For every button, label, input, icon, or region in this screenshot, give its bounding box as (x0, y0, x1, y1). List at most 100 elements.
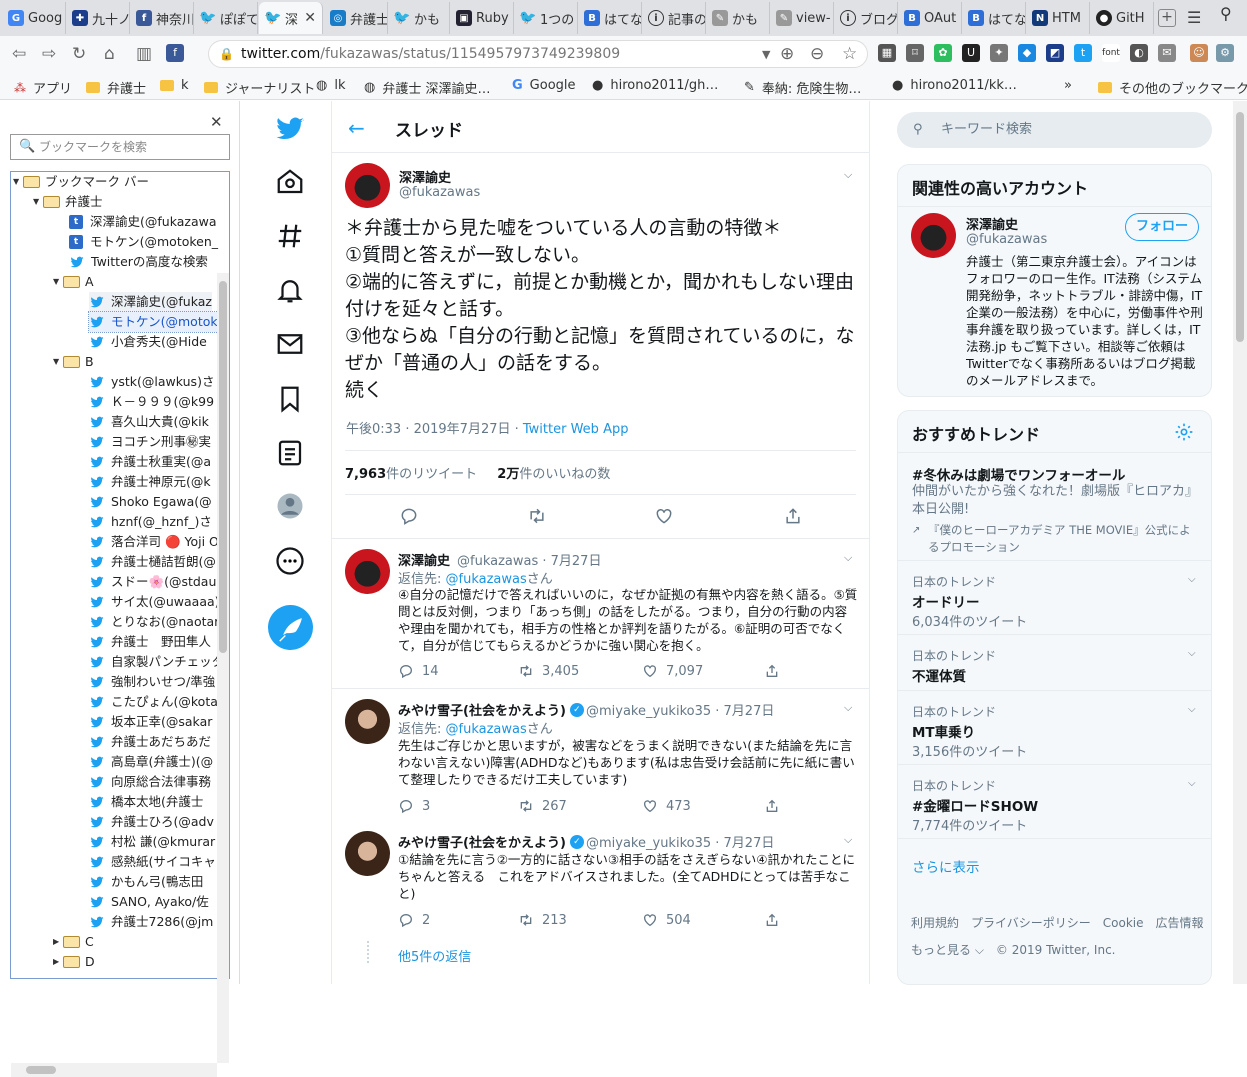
tree-bookmark[interactable]: 自家製パンチェッタ (89, 652, 224, 672)
tab-2[interactable]: ✚ 九十ノ (66, 2, 130, 34)
like-count[interactable]: 7,097 (642, 663, 703, 679)
tree-bookmark[interactable]: とりなお(@naotar (89, 612, 219, 632)
home-icon[interactable] (275, 167, 305, 197)
chevron-down-icon[interactable]: ⌵ (1188, 574, 1196, 585)
back-icon[interactable]: ⇦ (12, 44, 26, 64)
bookmark-tree[interactable]: ▼ ブックマーク バー ▼ 弁護士 t 深澤諭史(@fukazawa t モトケン(@moto… (10, 171, 230, 979)
trend-item[interactable]: 日本のトレンド ⌵ オードリー 6,034件のツイート (898, 560, 1211, 634)
tab-4[interactable]: 🐦 ぽぽて (194, 2, 258, 34)
bookmark-link[interactable]: G Google (512, 78, 576, 93)
extension-icon[interactable]: ▦ (878, 44, 896, 62)
avatar[interactable] (345, 163, 390, 208)
tab-13[interactable]: ✎ view- (770, 2, 834, 34)
tab-3[interactable]: f 神奈川 (130, 2, 194, 34)
twitter-search-input[interactable]: ⚲ キーワード検索 (897, 112, 1212, 148)
tree-bookmark[interactable]: サイ太(@uwaaaa) (89, 592, 220, 612)
bookmark-manager-icon[interactable]: ▥ (136, 44, 152, 64)
tab-8[interactable]: ▣ Ruby (450, 2, 514, 34)
chevron-down-icon[interactable]: ⌵ (1188, 648, 1196, 659)
tree-bookmark[interactable]: かもん弓(鴨志田 (89, 872, 203, 892)
bookmark-folder[interactable]: 弁護士 (86, 78, 146, 97)
tree-bookmark[interactable]: Twitterの高度な検索 (69, 252, 208, 272)
tree-folder[interactable]: ▼ 弁護士 (33, 192, 103, 212)
close-tab-icon[interactable]: ✕ (304, 10, 316, 26)
bookmarks-icon[interactable] (275, 384, 305, 414)
extension-icon[interactable]: ◐ (1130, 44, 1148, 62)
bookmark-link[interactable]: ● hirono2011/kk… (892, 78, 1017, 93)
explore-hashtag-icon[interactable] (275, 221, 305, 251)
home-icon[interactable]: ⌂ (104, 44, 115, 64)
bookmark-link[interactable]: ● hirono2011/gh… (592, 78, 718, 93)
show-more-replies-link[interactable]: 他5件の返信 (398, 946, 471, 965)
retweet-count[interactable]: 3,405 (518, 663, 579, 679)
bookmark-icon[interactable]: ⌑ (906, 44, 924, 62)
tree-folder[interactable]: ▼ A (53, 272, 94, 292)
reply-tweet[interactable]: みやけ雪子(社会をかえよう) ✓ @miyake_yukiko35 · 7月27日… (332, 688, 869, 823)
avatar[interactable] (911, 213, 956, 258)
tree-folder-root[interactable]: ▼ ブックマーク バー (13, 172, 149, 192)
tweet-source-link[interactable]: Twitter Web App (523, 422, 629, 437)
chevron-down-icon[interactable]: ⌵ (844, 701, 852, 715)
tree-bookmark[interactable]: 高島章(弁護士)(@ (89, 752, 213, 772)
like-count-link[interactable]: 2万件のいいねの数 (497, 467, 610, 482)
show-more-trends[interactable]: さらに表示 (898, 838, 1211, 893)
tree-bookmark[interactable]: 坂本正幸(@sakar (89, 712, 212, 732)
tree-bookmark[interactable]: ヨコチン刑事㊙実 (89, 432, 211, 452)
more-icon[interactable] (275, 546, 305, 576)
bookmark-folder[interactable]: k (160, 78, 189, 93)
new-tab-button[interactable]: + (1158, 9, 1176, 27)
compose-tweet-button[interactable] (268, 605, 313, 650)
share-icon[interactable] (764, 912, 780, 928)
tree-bookmark[interactable]: 深澤諭史(@fukaz (89, 292, 212, 312)
follow-button[interactable]: フォロー (1125, 213, 1199, 241)
author-name[interactable]: 深澤諭史 (399, 167, 451, 186)
tree-folder[interactable]: ▶ C (53, 932, 94, 952)
sidebar-scroll-thumb[interactable] (219, 281, 227, 653)
trend-item[interactable]: 日本のトレンド ⌵ #金曜ロードSHOW 7,774件のツイート (898, 764, 1211, 838)
tree-bookmark[interactable]: 弁護士7286(@jm (89, 912, 213, 932)
notifications-bell-icon[interactable] (275, 275, 305, 305)
reply-count[interactable]: 2 (398, 912, 430, 928)
author-handle[interactable]: @fukazawas (399, 185, 480, 200)
collapse-triangle-icon[interactable]: ▶ (53, 952, 63, 972)
tree-bookmark[interactable]: スドー🌸(@stdau (89, 572, 216, 592)
url-dropdown-icon[interactable]: ▼ (762, 48, 770, 61)
tree-bookmark[interactable]: 弁護士ひろ(@adv (89, 812, 214, 832)
retweet-count[interactable]: 267 (518, 798, 567, 814)
profile-icon[interactable]: ⚲ (1220, 4, 1232, 23)
promoted-trend[interactable]: #冬休みは劇場でワンフォーオール 仲間がいたから強くなれた！劇場版『ヒロアカ』本… (898, 452, 1211, 560)
other-bookmarks[interactable]: その他のブックマーク (1098, 78, 1247, 97)
tab-9[interactable]: 🐦 1つの (514, 2, 578, 34)
footer-links[interactable]: 利用規約 プライバシーポリシー Cookie 広告情報 (911, 914, 1204, 931)
extension-icon[interactable]: ◩ (1046, 44, 1064, 62)
tree-bookmark[interactable]: SANO, Ayako/佐 (89, 892, 209, 912)
bookmark-link[interactable]: ◍ lk (316, 78, 345, 93)
sidebar-hscroll-thumb[interactable] (26, 1066, 56, 1074)
extension-icon[interactable]: ✦ (990, 44, 1008, 62)
share-icon[interactable] (782, 506, 804, 526)
tree-bookmark[interactable]: 弁護士 野田隼人 (89, 632, 211, 652)
avatar[interactable] (345, 699, 390, 744)
tree-bookmark[interactable]: ystk(@lawkus)さ (89, 372, 214, 392)
tab-15[interactable]: B OAut (898, 2, 962, 34)
tree-folder[interactable]: ▼ B (53, 352, 94, 372)
avatar[interactable] (345, 549, 390, 594)
avatar[interactable] (345, 831, 390, 876)
tab-10[interactable]: B はてな (578, 2, 642, 34)
tree-bookmark[interactable]: 橋本太地(弁護士 (89, 792, 203, 812)
url-extension-icon[interactable]: U (962, 44, 980, 62)
account-name[interactable]: 深澤諭史 (966, 214, 1018, 233)
tree-bookmark[interactable]: 弁護士神原元(@k (89, 472, 211, 492)
tab-7[interactable]: 🐦 かも (388, 2, 450, 34)
tree-bookmark[interactable]: t 深澤諭史(@fukazawa (69, 212, 216, 232)
footer-copyright[interactable]: もっと見る ⌵ © 2019 Twitter, Inc. (911, 941, 1115, 958)
tab-16[interactable]: B はてな (962, 2, 1026, 34)
like-count[interactable]: 504 (642, 912, 691, 928)
reply-author-name[interactable]: 深澤諭史 (398, 550, 450, 569)
tree-bookmark[interactable]: 感熱紙(サイコキャ (89, 852, 216, 872)
share-icon[interactable] (764, 663, 780, 679)
tab-6[interactable]: ◎ 弁護士 (324, 2, 388, 34)
tree-bookmark[interactable]: 向原総合法律事務 (89, 772, 211, 792)
reply-count[interactable]: 3 (398, 798, 430, 814)
collapse-triangle-icon[interactable]: ▶ (53, 932, 63, 952)
